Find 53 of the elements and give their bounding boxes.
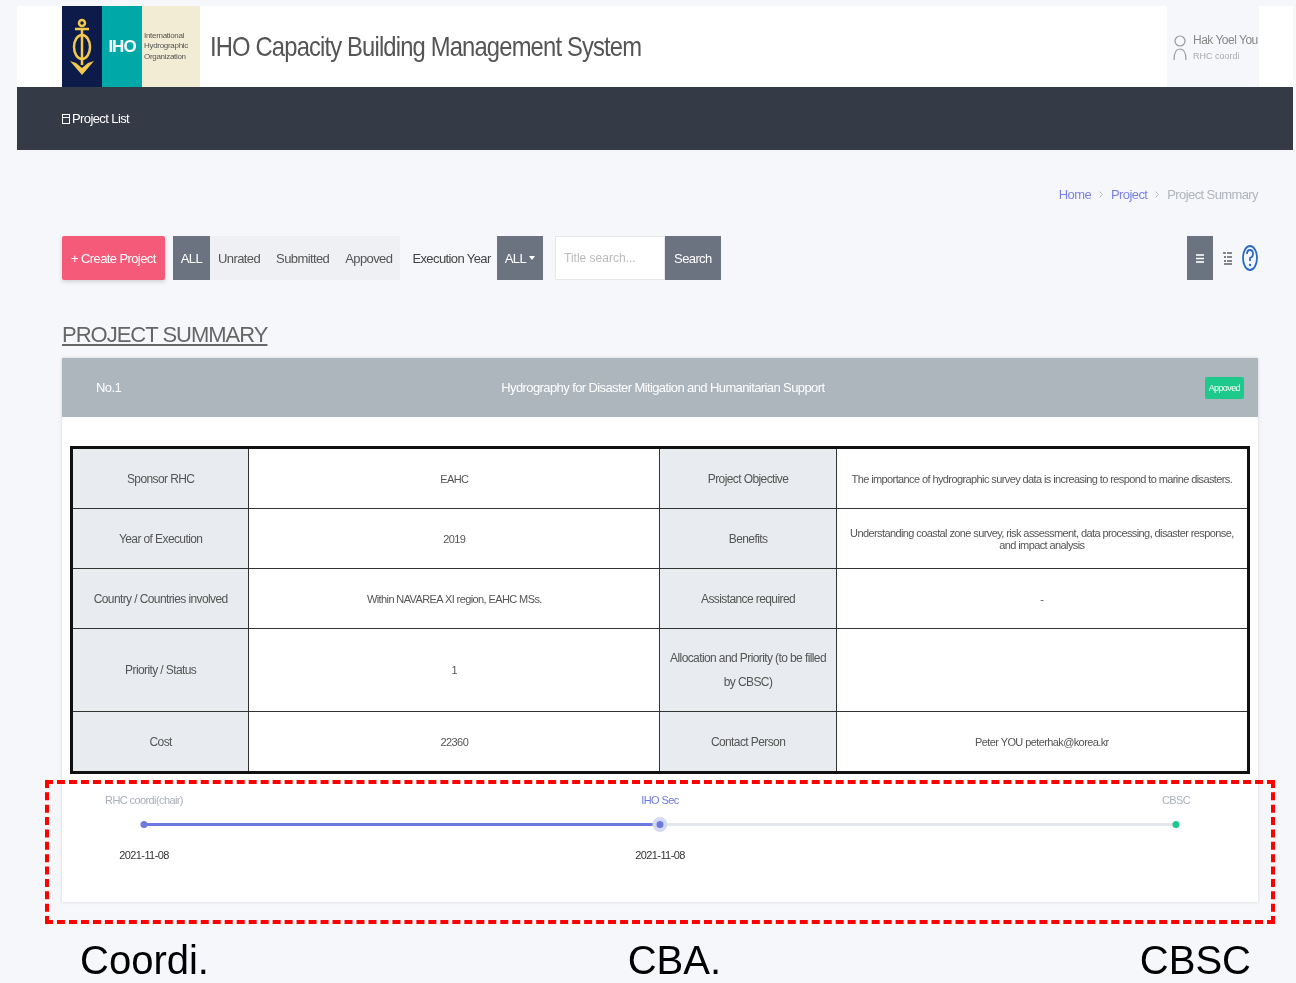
row-label: Cost [71, 711, 249, 773]
project-title: Hydrography for Disaster Mitigation and Humanitarian Support [500, 380, 826, 395]
user-panel[interactable]: Hak Yoel You RHC coordi [1167, 6, 1259, 87]
step-date: 2021-11-08 [119, 849, 169, 861]
row-label: Contact Person [659, 711, 837, 773]
row-label: Year of Execution [71, 508, 249, 569]
chevron-icon [1155, 190, 1160, 198]
step-label: IHO Sec [641, 794, 679, 806]
year-dropdown[interactable]: ALL [496, 236, 544, 280]
project-number: No.1 [96, 380, 122, 395]
row-label: Sponsor RHC [71, 447, 249, 509]
status-badge: Appoved [1204, 376, 1244, 399]
row-value: 2019 [248, 508, 660, 569]
logo-org-text: International Hydrographic Organization [144, 30, 189, 63]
row-value: EAHC [248, 447, 660, 509]
section-title: PROJECT SUMMARY [62, 322, 269, 348]
annotation-label: CBSC [1139, 937, 1251, 983]
row-label: Benefits [659, 508, 837, 569]
nav-link[interactable]: Project List [62, 111, 130, 126]
filter-tab[interactable]: Submitted [268, 236, 338, 280]
caret-icon [529, 256, 536, 260]
row-value: 1 [248, 628, 660, 712]
breadcrumb-link[interactable]: Home [1058, 186, 1092, 202]
filter-tab[interactable]: Appoved [337, 236, 401, 280]
calendar-icon [62, 113, 70, 124]
help-icon[interactable] [1242, 245, 1258, 271]
step-date: 2021-11-08 [635, 849, 685, 861]
menu-button[interactable] [1187, 236, 1213, 280]
step-label: CBSC [1161, 794, 1191, 806]
logo-text: IHO [108, 36, 136, 57]
app-title: IHO Capacity Building Management System [210, 30, 642, 63]
row-label: Assistance required [659, 568, 837, 629]
filter-tab[interactable]: Unrated [210, 236, 269, 280]
row-value: Within NAVAREA XI region, EAHC MSs. [248, 568, 660, 629]
search-button[interactable]: Search [665, 236, 721, 280]
row-label: Allocation and Priority (to be filled by CBSC) [659, 628, 837, 712]
annotation-label: CBA. [627, 937, 722, 983]
user-name: Hak Yoel You [1193, 32, 1258, 47]
step-label: RHC coordi(chair) [105, 794, 183, 806]
create-project-button[interactable]: + Create Project [62, 236, 165, 280]
list-icon[interactable] [1223, 251, 1232, 265]
annotation-label: Coordi. [80, 937, 209, 983]
menu-icon [1196, 253, 1204, 263]
user-role: RHC coordi [1193, 50, 1241, 61]
row-label: Country / Countries involved [71, 568, 249, 629]
avatar-icon [1173, 32, 1187, 61]
row-label: Priority / Status [71, 628, 249, 712]
title-search-field[interactable]: Title search... [555, 236, 666, 280]
breadcrumb-link[interactable]: Project [1111, 186, 1148, 202]
chevron-icon [1099, 190, 1104, 198]
execution-year-label: Execution Year [412, 250, 491, 266]
filter-tab[interactable]: ALL [172, 236, 211, 280]
row-label: Project Objective [659, 447, 837, 509]
